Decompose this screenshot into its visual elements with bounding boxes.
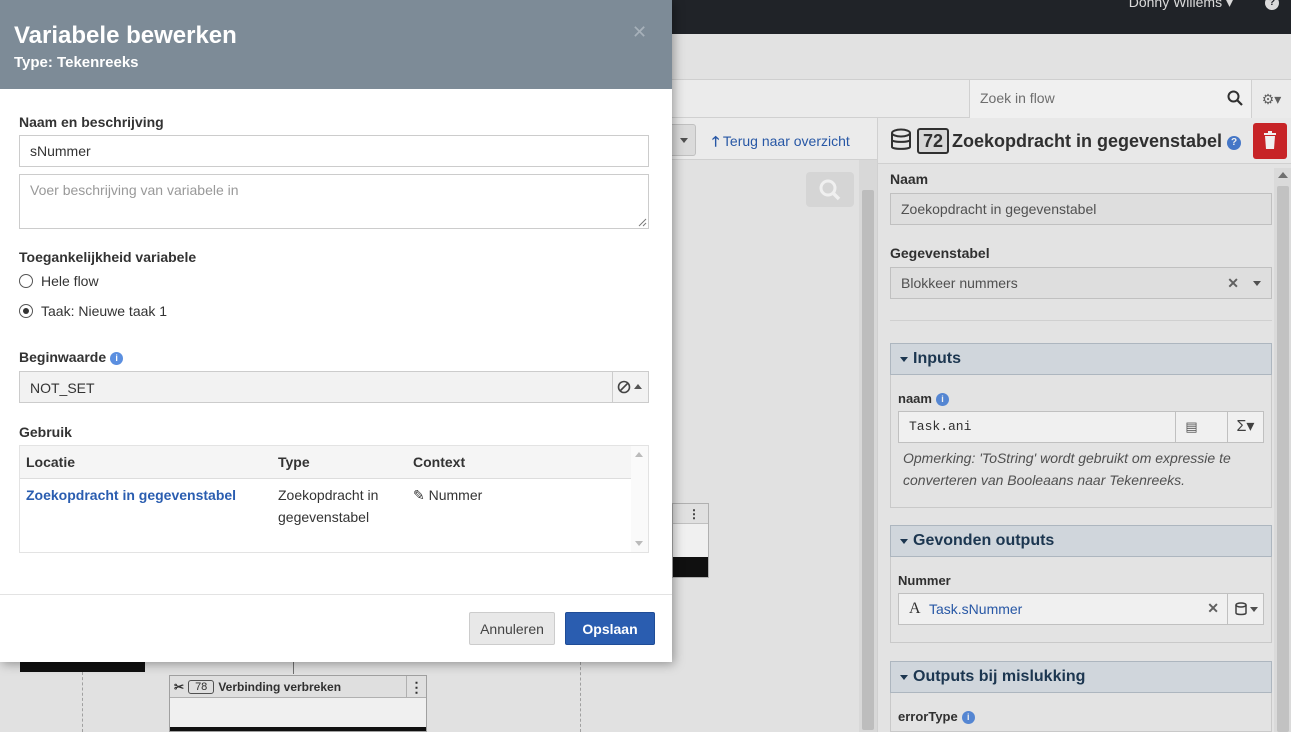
select-controls[interactable]	[612, 372, 648, 402]
dialog-title: Variabele bewerken	[14, 22, 237, 49]
radio-circle[interactable]	[19, 274, 33, 288]
usage-context-label: Nummer	[428, 487, 483, 503]
radio-hele-flow[interactable]: Hele flow	[19, 273, 99, 289]
resize-handle-icon[interactable]	[638, 218, 647, 227]
edit-variable-dialog: Variabele bewerken Type: Tekenreeks ✕ Na…	[0, 0, 672, 662]
column-header-type: Type	[278, 454, 310, 470]
info-icon[interactable]: i	[110, 352, 124, 365]
usage-type-line2: gegevenstabel	[278, 509, 370, 525]
variable-name-input[interactable]	[19, 135, 649, 167]
usage-context: ✎ Nummer	[413, 484, 482, 506]
cancel-button[interactable]: Annuleren	[469, 612, 555, 645]
initial-value-select[interactable]: NOT_SET	[19, 371, 649, 403]
table-scrollbar[interactable]	[631, 446, 648, 552]
radio-taak[interactable]: Taak: Nieuwe taak 1	[19, 303, 167, 319]
radio-label: Hele flow	[41, 273, 99, 289]
close-icon[interactable]: ✕	[632, 22, 647, 43]
dialog-header: Variabele bewerken Type: Tekenreeks ✕	[0, 0, 672, 89]
usage-table: Locatie Type Context Zoekopdracht in geg…	[19, 445, 649, 553]
usage-label: Gebruik	[19, 424, 72, 440]
column-header-context: Context	[413, 454, 466, 470]
usage-location-link[interactable]: Zoekopdracht in gegevenstabel	[26, 484, 236, 506]
radio-circle-selected[interactable]	[19, 304, 33, 318]
table-header: Locatie Type Context	[20, 446, 632, 479]
name-description-label: Naam en beschrijving	[19, 114, 164, 130]
radio-label: Taak: Nieuwe taak 1	[41, 303, 168, 319]
dialog-subtitle: Type: Tekenreeks	[14, 54, 139, 71]
variable-description-textarea[interactable]	[19, 174, 649, 229]
save-button[interactable]: Opslaan	[565, 612, 655, 645]
column-header-locatie: Locatie	[26, 454, 76, 470]
initial-value: NOT_SET	[30, 380, 95, 396]
initial-value-label: Beginwaarde i	[19, 349, 124, 365]
pencil-icon: ✎	[413, 487, 425, 503]
usage-type-line1: Zoekopdracht in	[278, 487, 379, 503]
dialog-footer-divider	[0, 594, 672, 595]
access-label: Toegankelijkheid variabele	[19, 249, 197, 265]
